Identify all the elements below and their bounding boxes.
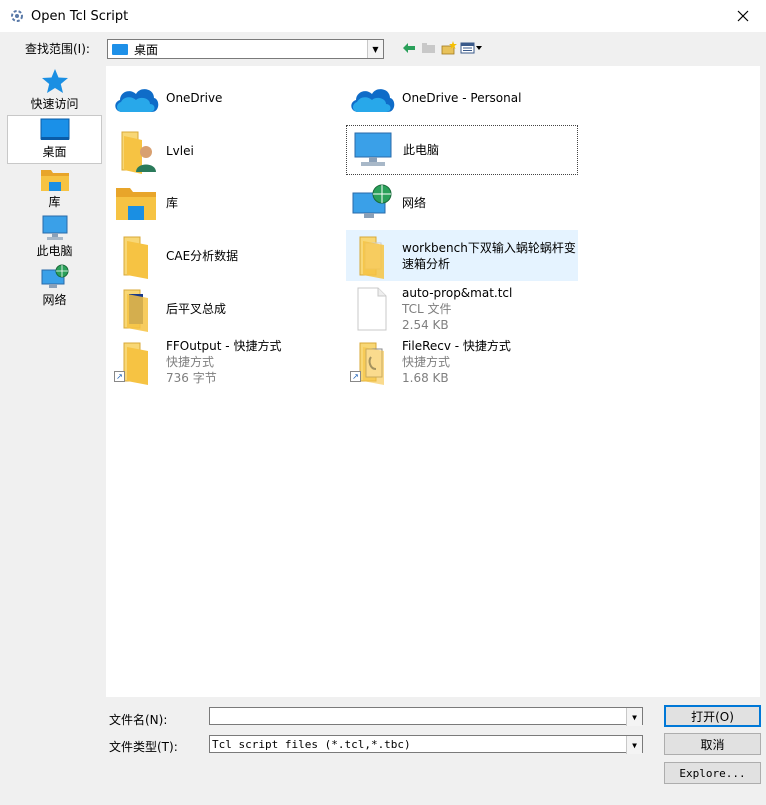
lookin-value: 桌面 bbox=[134, 42, 159, 57]
shortcut-arrow-icon: ↗ bbox=[350, 371, 361, 382]
file-list: OneDrive OneDrive - Personal Lvlei 此电脑 库… bbox=[106, 66, 760, 697]
item-name: auto-prop&mat.tcl bbox=[402, 286, 513, 300]
place-label: 快速访问 bbox=[30, 97, 79, 111]
item-text: FFOutput - 快捷方式 快捷方式 736 字节 bbox=[166, 338, 281, 386]
item-name: 库 bbox=[166, 196, 179, 210]
list-item-onedrive-personal[interactable]: OneDrive - Personal bbox=[346, 72, 578, 124]
item-text: FileRecv - 快捷方式 快捷方式 1.68 KB bbox=[402, 338, 511, 386]
place-network[interactable]: 网络 bbox=[7, 262, 102, 311]
place-label: 桌面 bbox=[42, 145, 67, 159]
computer-icon bbox=[40, 214, 70, 242]
lookin-label: 查找范围(I): bbox=[25, 42, 90, 56]
item-name: Lvlei bbox=[166, 144, 194, 158]
chevron-down-icon[interactable]: ▼ bbox=[626, 708, 642, 726]
title-bar: Open Tcl Script bbox=[0, 0, 766, 32]
place-this-pc[interactable]: 此电脑 bbox=[7, 213, 102, 262]
place-desktop[interactable]: 桌面 bbox=[7, 115, 102, 164]
list-item-onedrive[interactable]: OneDrive bbox=[110, 72, 342, 124]
toolbar bbox=[400, 39, 484, 57]
item-name: 此电脑 bbox=[403, 143, 440, 157]
list-item-lvlei[interactable]: Lvlei bbox=[110, 125, 342, 177]
list-item-ffoutput-shortcut[interactable]: ↗ FFOutput - 快捷方式 快捷方式 736 字节 bbox=[110, 336, 342, 388]
filetype-value: Tcl script files (*.tcl,*.tbc) bbox=[212, 737, 411, 751]
filetype-label: 文件类型(T): bbox=[109, 740, 178, 754]
item-type: TCL 文件 bbox=[402, 302, 452, 316]
up-folder-icon bbox=[422, 43, 435, 53]
item-name: OneDrive - Personal bbox=[402, 91, 522, 105]
item-name: CAE分析数据 bbox=[166, 249, 239, 263]
item-name: 后平叉总成 bbox=[166, 302, 227, 316]
open-button[interactable]: 打开(O) bbox=[664, 705, 761, 727]
list-item-filerecv-shortcut[interactable]: ↗ FileRecv - 快捷方式 快捷方式 1.68 KB bbox=[346, 336, 578, 388]
item-text: auto-prop&mat.tcl TCL 文件 2.54 KB bbox=[402, 285, 512, 333]
place-label: 此电脑 bbox=[36, 244, 73, 258]
item-type: 快捷方式 bbox=[402, 355, 451, 369]
place-label: 库 bbox=[48, 195, 61, 209]
item-size: 1.68 KB bbox=[402, 371, 449, 385]
item-name: 网络 bbox=[402, 196, 427, 210]
network-icon bbox=[346, 179, 398, 227]
folder-icon bbox=[110, 232, 162, 280]
chevron-down-icon[interactable]: ▼ bbox=[367, 40, 383, 58]
item-name: OneDrive bbox=[166, 91, 223, 105]
list-item-network[interactable]: 网络 bbox=[346, 177, 578, 229]
onedrive-icon bbox=[110, 74, 162, 122]
list-item-tcl-file[interactable]: auto-prop&mat.tcl TCL 文件 2.54 KB bbox=[346, 283, 578, 335]
folder-icon bbox=[110, 285, 162, 333]
places-bar: 快速访问 桌面 库 此电脑 网络 bbox=[7, 66, 102, 696]
computer-icon bbox=[347, 126, 399, 174]
list-item-workbench[interactable]: workbench下双输入蜗轮蜗杆变 速箱分析 bbox=[346, 230, 578, 281]
network-icon bbox=[40, 263, 70, 291]
cancel-button[interactable]: 取消 bbox=[664, 733, 761, 755]
user-folder-icon bbox=[110, 127, 162, 175]
library-icon bbox=[40, 165, 70, 193]
item-name-block: workbench下双输入蜗轮蜗杆变 速箱分析 bbox=[402, 240, 576, 272]
view-menu-button[interactable] bbox=[460, 39, 484, 57]
filename-combo[interactable]: ▼ bbox=[209, 707, 643, 726]
item-size: 736 字节 bbox=[166, 371, 217, 385]
item-name-line1: workbench下双输入蜗轮蜗杆变 bbox=[402, 240, 576, 255]
file-icon bbox=[346, 285, 398, 333]
filename-label: 文件名(N): bbox=[109, 713, 168, 727]
list-item-rear-fork[interactable]: 后平叉总成 bbox=[110, 283, 342, 335]
place-quick-access[interactable]: 快速访问 bbox=[7, 66, 102, 115]
close-icon bbox=[737, 10, 749, 22]
filetype-combo[interactable]: Tcl script files (*.tcl,*.tbc) ▼ bbox=[209, 735, 643, 754]
list-item-cae-data[interactable]: CAE分析数据 bbox=[110, 230, 342, 282]
view-menu-icon bbox=[460, 42, 482, 54]
item-type: 快捷方式 bbox=[166, 355, 215, 369]
place-library[interactable]: 库 bbox=[7, 164, 102, 213]
item-name: FFOutput - 快捷方式 bbox=[166, 339, 282, 353]
star-icon bbox=[40, 67, 70, 95]
chevron-down-icon[interactable]: ▼ bbox=[626, 736, 642, 754]
item-size: 2.54 KB bbox=[402, 318, 449, 332]
shortcut-arrow-icon: ↗ bbox=[114, 371, 125, 382]
new-folder-icon bbox=[441, 41, 457, 55]
item-name: FileRecv - 快捷方式 bbox=[402, 339, 511, 353]
back-button[interactable] bbox=[400, 39, 417, 57]
lookin-combo[interactable]: 桌面 ▼ bbox=[107, 39, 384, 59]
back-arrow-icon bbox=[402, 43, 415, 53]
list-item-library[interactable]: 库 bbox=[110, 177, 342, 229]
close-button[interactable] bbox=[720, 0, 766, 32]
window-title: Open Tcl Script bbox=[31, 8, 129, 24]
desktop-icon bbox=[40, 116, 70, 143]
library-icon bbox=[110, 179, 162, 227]
app-icon bbox=[11, 10, 23, 22]
shortcut-folder-icon: ↗ bbox=[110, 338, 162, 386]
folder-icon bbox=[346, 232, 398, 280]
shortcut-folder-icon: ↗ bbox=[346, 338, 398, 386]
place-label: 网络 bbox=[42, 293, 67, 307]
up-folder-button[interactable] bbox=[420, 39, 437, 57]
item-name-line2: 速箱分析 bbox=[402, 256, 451, 271]
new-folder-button[interactable] bbox=[440, 39, 457, 57]
list-item-this-pc[interactable]: 此电脑 bbox=[346, 125, 578, 175]
onedrive-icon bbox=[346, 74, 398, 122]
explore-button[interactable]: Explore... bbox=[664, 762, 761, 784]
desktop-mini-icon bbox=[112, 43, 128, 55]
